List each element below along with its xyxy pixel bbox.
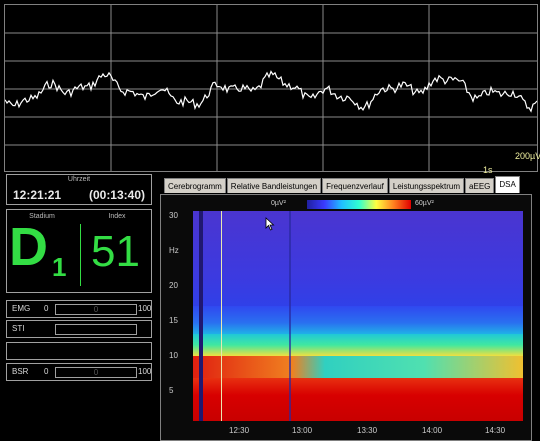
- tab-leistungsspektrum[interactable]: Leistungsspektrum: [388, 178, 465, 193]
- tab-frequenzverlauf[interactable]: Frequenzverlauf: [322, 178, 388, 193]
- sti-bar: STI: [6, 320, 152, 338]
- empty-bar: [6, 342, 152, 360]
- bsr-value: 0: [93, 368, 99, 377]
- color-scale-bar: [307, 200, 411, 209]
- amplitude-scale-label: 200µV: [515, 151, 540, 161]
- eeg-waveform: [5, 5, 537, 171]
- eeg-signal-line: [5, 70, 537, 113]
- tab-cerebrogramm[interactable]: Cerebrogramm: [164, 178, 226, 193]
- dsa-panel: 0µV² 60µV² 30 Hz 20 15 10 5 12:30 13:00 …: [160, 194, 532, 441]
- stage-index-display: Stadium Index D 1 51: [6, 209, 152, 293]
- index-value: 51: [91, 227, 140, 276]
- index-caption: Index: [108, 213, 126, 220]
- band-low: [193, 378, 523, 421]
- band-high: [193, 211, 523, 306]
- emg-max: 100: [138, 304, 152, 313]
- tab-dsa[interactable]: DSA: [495, 176, 520, 193]
- sti-track: [55, 324, 137, 335]
- stage-letter: D: [9, 217, 48, 277]
- scale-min-label: 0µV²: [271, 200, 286, 207]
- x-tick: 14:00: [422, 426, 443, 435]
- bsr-bar: BSR 0 0 100: [6, 363, 152, 381]
- artifact-line: [289, 211, 291, 421]
- bsr-label: BSR: [12, 367, 29, 376]
- bsr-max: 100: [138, 367, 152, 376]
- clock-time: 12:21:21: [13, 188, 62, 202]
- time-display: Uhrzeit 12:21:21 (00:13:40): [6, 174, 152, 205]
- x-tick: 12:30: [229, 426, 250, 435]
- scale-max-label: 60µV²: [415, 200, 434, 207]
- hz-label: Hz: [169, 246, 179, 255]
- y-tick: 30: [169, 211, 178, 220]
- mouse-pointer-icon: [265, 217, 275, 231]
- tab-aeeg[interactable]: aEEG: [465, 178, 495, 193]
- emg-min: 0: [44, 304, 49, 313]
- bsr-track: 0: [55, 367, 137, 378]
- band-lower: [193, 356, 523, 378]
- time-scale-label: 1s: [483, 165, 493, 175]
- y-tick: 10: [169, 351, 178, 360]
- y-tick: 20: [169, 281, 178, 290]
- x-tick: 14:30: [485, 426, 506, 435]
- emg-track: 0: [55, 304, 137, 315]
- emg-bar: EMG 0 0 100: [6, 300, 152, 318]
- stage-subscript: 1: [52, 252, 67, 282]
- y-tick: 5: [169, 386, 174, 395]
- gap-marker: [199, 211, 203, 421]
- eeg-trace-panel: 200µV 1s: [4, 4, 540, 175]
- bsr-min: 0: [44, 367, 49, 376]
- emg-value: 0: [93, 305, 99, 314]
- elapsed-time: (00:13:40): [88, 188, 145, 202]
- tab-relative-bandleistungen[interactable]: Relative Bandleistungen: [226, 178, 322, 193]
- x-tick: 13:30: [357, 426, 378, 435]
- time-caption: Uhrzeit: [67, 176, 91, 183]
- emg-label: EMG: [12, 304, 31, 313]
- y-tick: 15: [169, 316, 178, 325]
- spectrogram: [193, 211, 523, 421]
- time-marker: [221, 211, 222, 421]
- sti-label: STI: [12, 324, 25, 333]
- stage-divider: [80, 224, 81, 286]
- band-mid: [193, 334, 523, 356]
- view-tabs: Cerebrogramm Relative Bandleistungen Fre…: [164, 176, 521, 194]
- x-tick: 13:00: [292, 426, 313, 435]
- band-upper: [193, 306, 523, 334]
